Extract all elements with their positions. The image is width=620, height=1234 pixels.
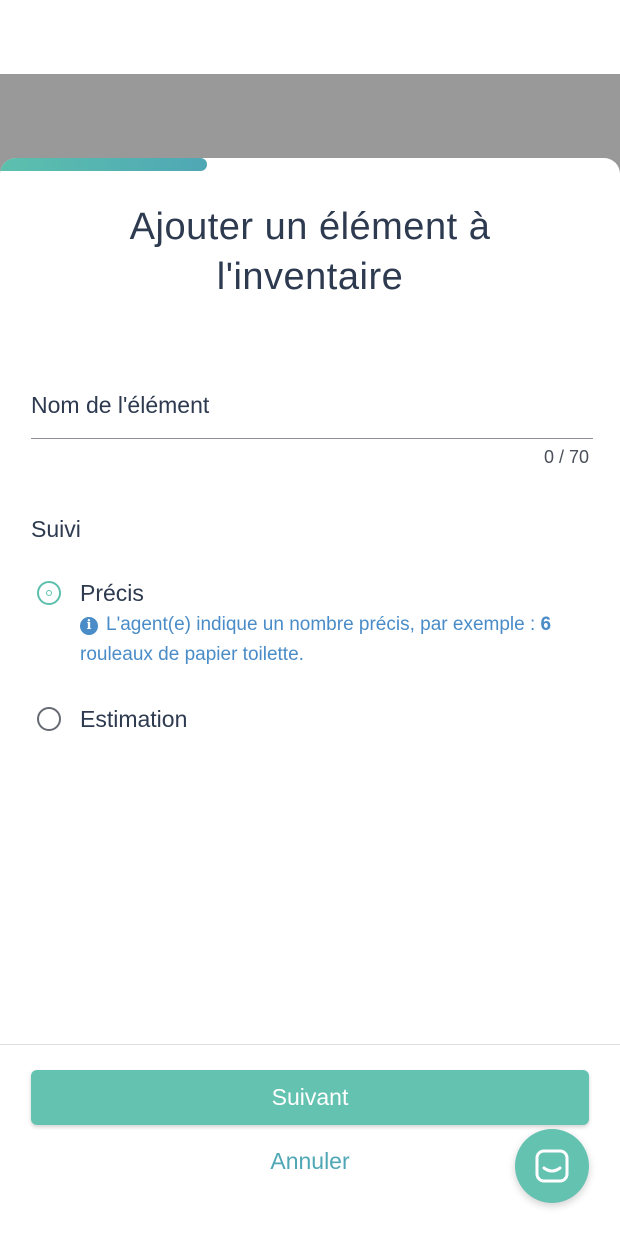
radio-precise[interactable] [37, 581, 61, 605]
item-name-label: Nom de l'élément [31, 392, 210, 418]
precise-hint: i L'agent(e) indique un nombre précis, pa… [80, 610, 560, 670]
character-counter: 0 / 70 [543, 447, 589, 467]
info-icon: i [80, 617, 98, 635]
status-bar [0, 0, 620, 74]
precise-hint-text: L'agent(e) indique un nombre précis, par… [106, 614, 541, 635]
chat-icon [535, 1149, 569, 1183]
option-estimation-label[interactable]: Estimation [80, 706, 187, 733]
radio-estimation[interactable] [37, 707, 61, 731]
tracking-section-label: Suivi [31, 516, 81, 542]
progress-bar [0, 158, 207, 171]
option-precise-label[interactable]: Précis [80, 580, 144, 607]
footer-divider [0, 1044, 620, 1045]
page-title: Ajouter un élément à l'inventaire [129, 206, 491, 298]
precise-hint-tail: rouleaux de papier toilette. [80, 644, 304, 665]
chat-button[interactable] [515, 1129, 589, 1203]
add-item-sheet: Ajouter un élément à l'inventaire Nom de… [0, 158, 620, 1234]
precise-hint-number: 6 [540, 614, 552, 635]
next-button[interactable]: Suivant [31, 1070, 589, 1125]
